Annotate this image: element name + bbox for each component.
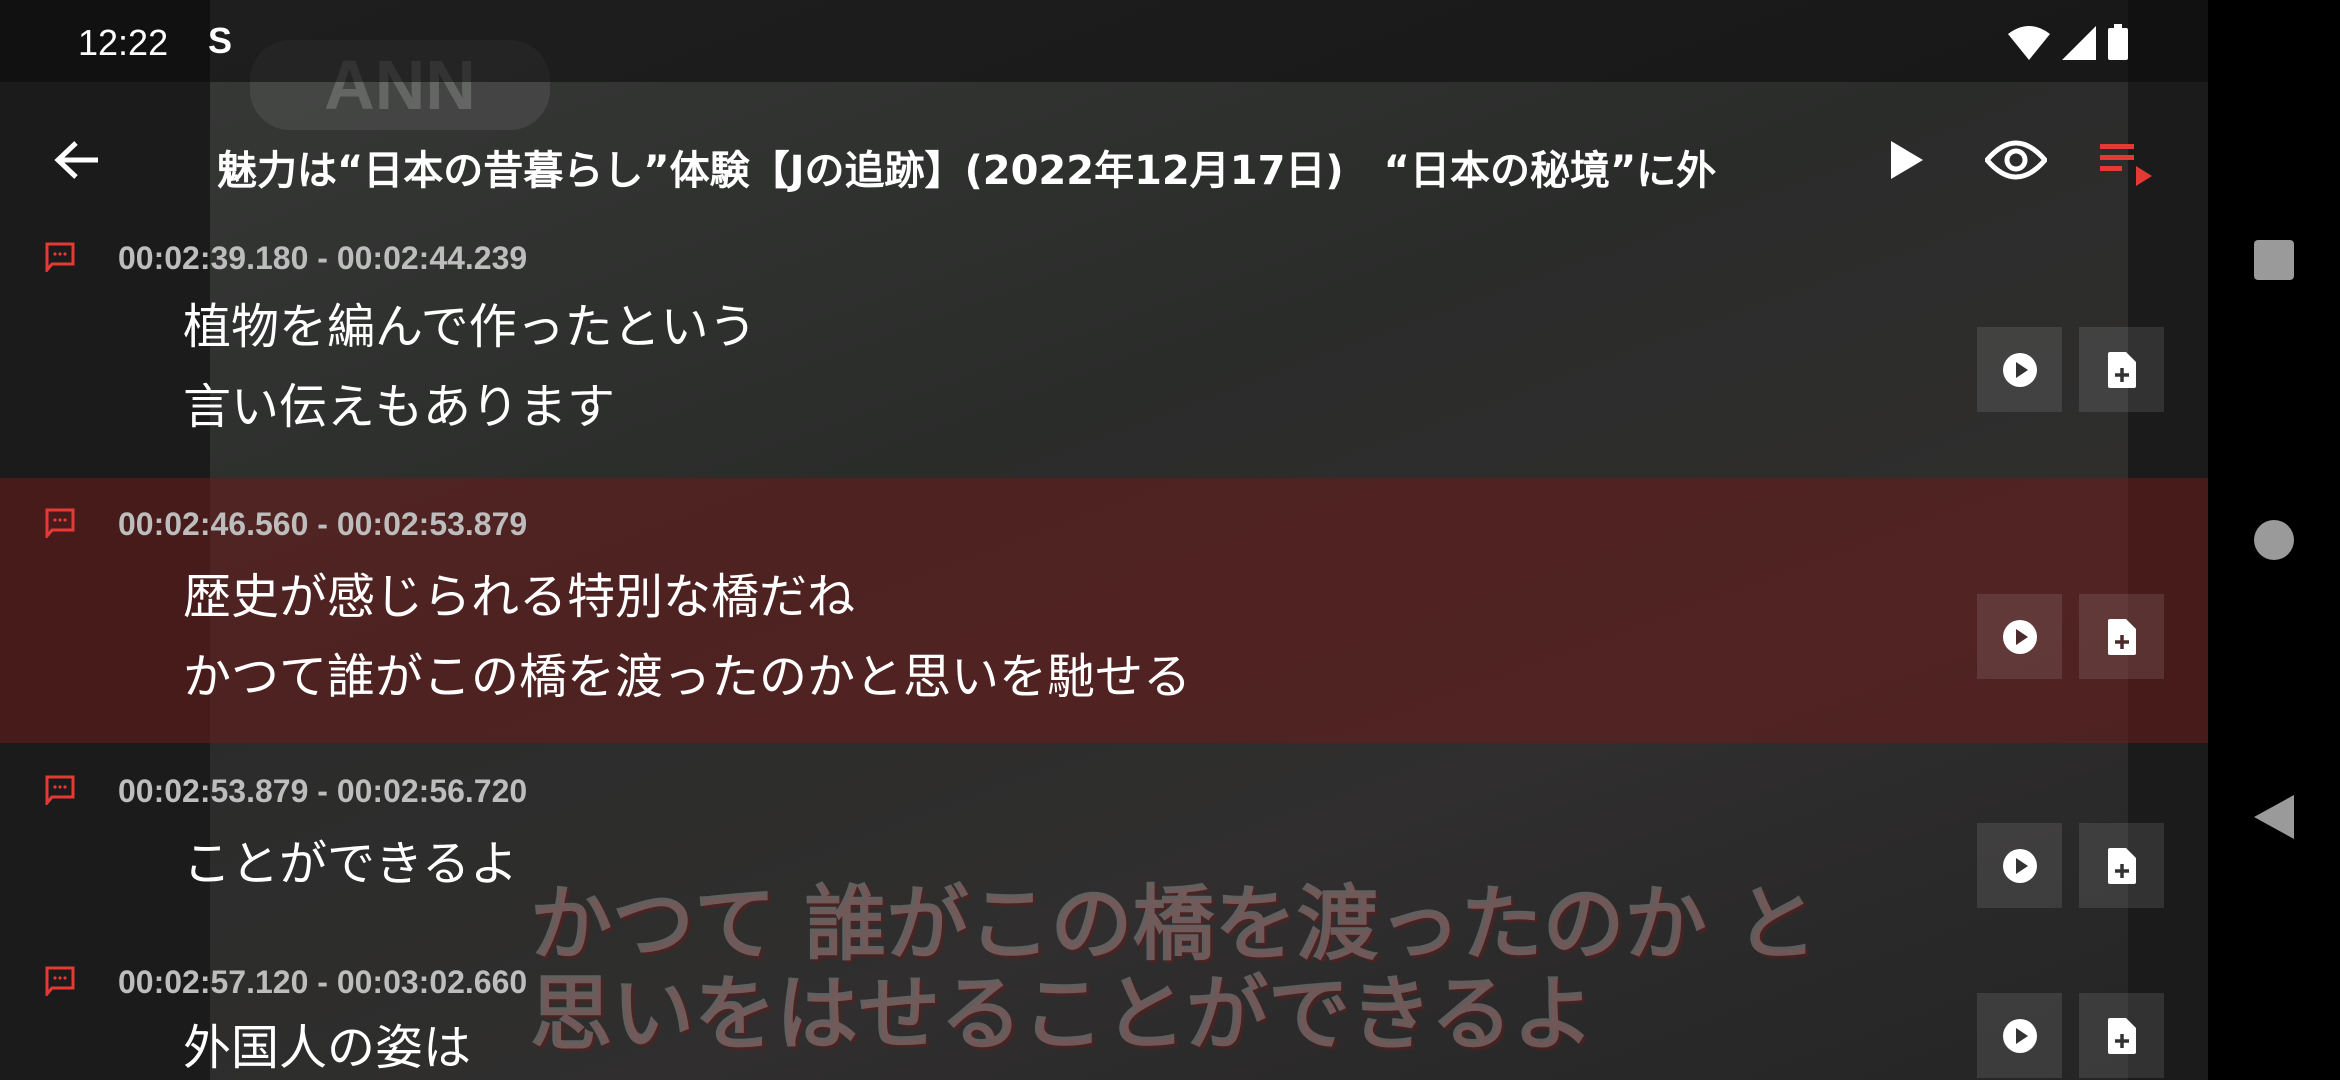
notification-icon: S <box>208 20 233 61</box>
add-to-note-button[interactable] <box>2079 594 2164 679</box>
play-subtitle-button[interactable] <box>1977 327 2062 412</box>
play-icon <box>1891 141 1923 179</box>
subtitle-timestamp: 00:02:53.879 - 00:02:56.720 <box>118 773 528 809</box>
add-to-note-button[interactable] <box>2079 327 2164 412</box>
playlist-button[interactable] <box>2098 137 2154 193</box>
subtitle-timestamp: 00:02:46.560 - 00:02:53.879 <box>118 506 528 542</box>
back-nav-button[interactable] <box>2254 795 2294 839</box>
recents-button[interactable] <box>2254 240 2294 280</box>
file-add-icon <box>2107 1017 2136 1054</box>
video-title: 魅力は“日本の昔暮らし”体験【Jの追跡】(2022年12月17日) “日本の秘境… <box>217 148 1717 194</box>
subtitle-row[interactable]: 00:02:57.120 - 00:03:02.660 外国人の姿は <box>0 943 2208 1080</box>
play-subtitle-button[interactable] <box>1977 993 2062 1078</box>
wifi-icon <box>2008 26 2050 60</box>
subtitle-line: 歴史が感じられる特別な橋だね <box>183 569 856 625</box>
subtitle-line: 言い伝えもあります <box>183 379 616 435</box>
play-circle-icon <box>2002 352 2037 387</box>
subtitle-line: 外国人の姿は <box>183 1020 472 1076</box>
subtitle-timestamp: 00:02:39.180 - 00:02:44.239 <box>118 240 528 276</box>
comment-icon <box>45 242 75 272</box>
toggle-visibility-button[interactable] <box>1985 132 2047 188</box>
play-circle-icon <box>2002 848 2037 883</box>
status-bar: 12:22 S <box>0 0 2208 82</box>
arrow-left-icon <box>54 141 98 179</box>
subtitle-row[interactable]: 00:02:39.180 - 00:02:44.239 植物を編んで作ったという… <box>0 238 2208 478</box>
file-add-icon <box>2107 847 2136 884</box>
subtitle-row[interactable]: 00:02:53.879 - 00:02:56.720 ことができるよ <box>0 743 2208 943</box>
play-subtitle-button[interactable] <box>1977 823 2062 908</box>
app-bar: 魅力は“日本の昔暮らし”体験【Jの追跡】(2022年12月17日) “日本の秘境… <box>0 82 2208 238</box>
file-add-icon <box>2107 618 2136 655</box>
add-to-note-button[interactable] <box>2079 823 2164 908</box>
add-to-note-button[interactable] <box>2079 993 2164 1078</box>
back-button[interactable] <box>52 132 102 188</box>
signal-icon <box>2062 26 2096 60</box>
subtitle-timestamp: 00:02:57.120 - 00:03:02.660 <box>118 964 528 1000</box>
home-button[interactable] <box>2254 520 2294 560</box>
play-subtitle-button[interactable] <box>1977 594 2062 679</box>
comment-icon <box>45 508 75 538</box>
navigation-bar <box>2208 0 2340 1080</box>
play-button[interactable] <box>1890 132 1924 188</box>
subtitle-line: かつて誰がこの橋を渡ったのかと思いを馳せる <box>183 649 1192 705</box>
clock: 12:22 <box>78 22 169 63</box>
battery-icon <box>2108 24 2128 60</box>
subtitle-list-screen: ANN かつて 誰がこの橋を渡ったのか と 思いをはせることができるよ 12:2… <box>0 0 2208 1080</box>
playlist-play-icon <box>2100 144 2152 186</box>
comment-icon <box>45 966 75 996</box>
subtitle-row-active[interactable]: 00:02:46.560 - 00:02:53.879 歴史が感じられる特別な橋… <box>0 478 2208 743</box>
file-add-icon <box>2107 351 2136 388</box>
comment-icon <box>45 775 75 805</box>
eye-icon <box>1985 140 2047 180</box>
play-circle-icon <box>2002 619 2037 654</box>
play-circle-icon <box>2002 1018 2037 1053</box>
subtitle-line: 植物を編んで作ったという <box>183 299 757 355</box>
subtitle-line: ことができるよ <box>183 836 519 892</box>
